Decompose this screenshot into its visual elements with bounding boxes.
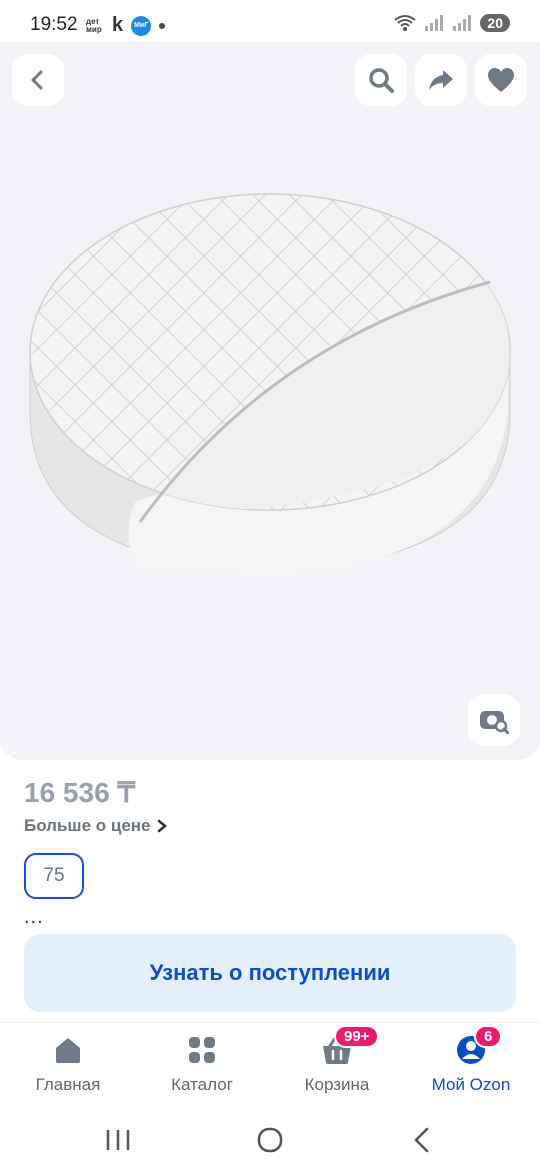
share-button[interactable]: [415, 54, 467, 106]
more-about-price-label: Больше о цене: [24, 816, 151, 835]
nav-label-my-ozon: Мой Ozon: [431, 1075, 511, 1094]
search-icon: [369, 68, 394, 93]
recent-apps-button[interactable]: [98, 1122, 138, 1158]
back-button[interactable]: [12, 54, 64, 106]
home-icon: [51, 1033, 85, 1067]
bottom-nav: Главная Каталог 99+ Корзина 6 Мой Ozon: [0, 1022, 540, 1110]
favorite-button[interactable]: [475, 54, 527, 106]
signal-icon: [453, 15, 472, 31]
image-search-button[interactable]: [468, 694, 520, 746]
search-button[interactable]: [355, 54, 407, 106]
wifi-icon: [394, 15, 417, 31]
home-system-button[interactable]: [250, 1122, 290, 1158]
nav-item-my-ozon[interactable]: 6 Мой Ozon: [404, 1025, 538, 1095]
catalog-icon: [185, 1033, 219, 1067]
product-price: 16 536 ₸: [24, 777, 136, 808]
status-indicators: 20: [394, 14, 510, 32]
cart-badge: 99+: [334, 1025, 380, 1048]
profile-icon: 6: [454, 1025, 503, 1067]
system-nav-bar: [0, 1110, 540, 1170]
chevron-right-icon: [157, 819, 167, 833]
mig-app-icon: МиГ: [131, 15, 152, 36]
nav-item-cart[interactable]: 99+ Корзина: [270, 1025, 404, 1095]
back-system-button[interactable]: [402, 1122, 442, 1158]
nav-label-cart: Корзина: [304, 1075, 370, 1094]
signal-icon: [425, 15, 444, 31]
kaspi-app-icon: k: [112, 14, 124, 36]
size-option-chip[interactable]: 75: [24, 853, 84, 899]
back-arrow-icon: [414, 1127, 429, 1153]
nav-label-home: Главная: [35, 1075, 101, 1094]
cart-icon: 99+: [320, 1025, 380, 1067]
nav-label-catalog: Каталог: [171, 1075, 233, 1094]
chevron-left-icon: [31, 70, 43, 90]
battery-indicator: 20: [480, 14, 510, 32]
profile-badge: 6: [474, 1025, 503, 1048]
nav-item-home[interactable]: Главная: [1, 1033, 135, 1095]
nav-item-catalog[interactable]: Каталог: [135, 1033, 269, 1095]
more-options-ellipsis[interactable]: ...: [24, 906, 44, 929]
more-about-price-link[interactable]: Больше о цене: [24, 816, 167, 836]
heart-icon: [488, 68, 514, 92]
notify-availability-button[interactable]: Узнать о поступлении: [24, 934, 516, 1012]
detmir-app-icon: дет мир: [86, 16, 102, 34]
product-image[interactable]: [20, 182, 520, 612]
status-time: 19:52: [30, 14, 78, 35]
notification-dot-icon: [159, 22, 166, 29]
share-icon: [429, 70, 453, 90]
camera-search-icon: [480, 711, 509, 734]
recent-apps-icon: [106, 1130, 130, 1150]
status-app-icons: дет мир k МиГ: [86, 14, 166, 37]
home-circle-icon: [257, 1127, 283, 1153]
product-gallery[interactable]: [0, 42, 540, 760]
